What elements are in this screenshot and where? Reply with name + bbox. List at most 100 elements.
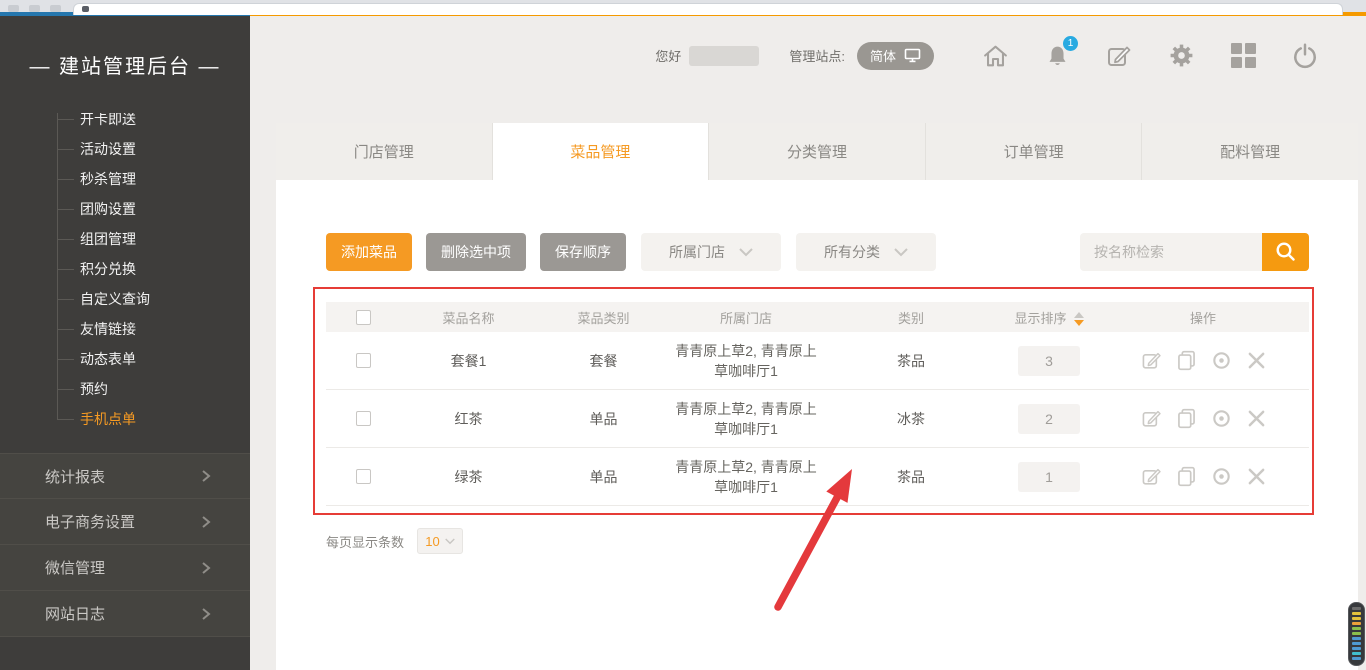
- display-order-value: 2: [1018, 404, 1080, 434]
- sidebar-item-秒杀管理[interactable]: 秒杀管理: [0, 164, 250, 194]
- monitor-icon: [904, 48, 921, 63]
- dish-category: 茶品: [821, 351, 1001, 371]
- sidebar-section-统计报表[interactable]: 统计报表: [0, 453, 250, 499]
- display-order-value: 1: [1018, 462, 1080, 492]
- per-page-select[interactable]: 10: [417, 528, 463, 554]
- chevron-down-icon: [739, 248, 753, 257]
- view-icon[interactable]: [1211, 408, 1232, 429]
- sidebar-item-动态表单[interactable]: 动态表单: [0, 344, 250, 374]
- browser-reload-button[interactable]: [50, 5, 61, 12]
- sidebar-item-预约[interactable]: 预约: [0, 374, 250, 404]
- apps-button[interactable]: [1231, 43, 1256, 68]
- col-header-name: 菜品名称: [401, 308, 536, 327]
- toolbar: 添加菜品 删除选中项 保存顺序 所属门店 所有分类: [326, 233, 1309, 271]
- search-icon: [1274, 240, 1298, 264]
- tab-菜品管理[interactable]: 菜品管理: [493, 123, 710, 180]
- chevron-right-icon: [200, 608, 212, 620]
- sidebar-item-手机点单[interactable]: 手机点单: [0, 404, 250, 434]
- sidebar-section-微信管理[interactable]: 微信管理: [0, 545, 250, 591]
- edit-icon[interactable]: [1141, 408, 1162, 429]
- row-checkbox[interactable]: [356, 469, 371, 484]
- copy-icon[interactable]: [1177, 350, 1196, 371]
- gear-icon: [1168, 42, 1195, 69]
- notifications-button[interactable]: 1: [1045, 43, 1070, 69]
- logout-button[interactable]: [1292, 42, 1318, 69]
- chevron-right-icon: [200, 470, 212, 482]
- save-order-button[interactable]: 保存顺序: [540, 233, 626, 271]
- dish-type: 单品: [536, 467, 671, 487]
- scrollbar-minimap-widget[interactable]: [1348, 602, 1365, 666]
- greeting-label: 您好: [655, 46, 681, 65]
- pagination: 每页显示条数 10: [326, 528, 1309, 554]
- table-row: 红茶 单品 青青原上草2, 青青原上草咖啡厅1 冰茶 2: [326, 390, 1309, 448]
- sidebar-item-组团管理[interactable]: 组团管理: [0, 224, 250, 254]
- table-row: 套餐1 套餐 青青原上草2, 青青原上草咖啡厅1 茶品 3: [326, 332, 1309, 390]
- manage-site-label: 管理站点:: [789, 46, 845, 65]
- tab-配料管理[interactable]: 配料管理: [1142, 123, 1358, 180]
- home-icon: [982, 43, 1009, 69]
- language-pill-label: 简体: [870, 46, 896, 65]
- dish-name: 套餐1: [401, 351, 536, 371]
- col-header-actions: 操作: [1097, 308, 1309, 327]
- grid-icon: [1231, 43, 1256, 68]
- dish-table: 菜品名称 菜品类别 所属门店 类别 显示排序 操作 套餐1 套餐 青青原上草2,…: [326, 302, 1309, 506]
- dish-type: 单品: [536, 409, 671, 429]
- sidebar-section-label: 网站日志: [45, 603, 105, 624]
- sidebar-section-电子商务设置[interactable]: 电子商务设置: [0, 499, 250, 545]
- tab-订单管理[interactable]: 订单管理: [926, 123, 1143, 180]
- site-favicon: [82, 6, 89, 12]
- view-icon[interactable]: [1211, 350, 1232, 371]
- dish-name: 绿茶: [401, 467, 536, 487]
- delete-selected-button[interactable]: 删除选中项: [426, 233, 526, 271]
- browser-address-bar[interactable]: [73, 3, 1343, 15]
- top-header: 您好 管理站点: 简体 1: [250, 16, 1366, 95]
- edit-icon[interactable]: [1141, 466, 1162, 487]
- sidebar-section-网站日志[interactable]: 网站日志: [0, 591, 250, 637]
- edit-icon[interactable]: [1141, 350, 1162, 371]
- delete-icon[interactable]: [1247, 351, 1266, 370]
- sidebar-section-label: 统计报表: [45, 466, 105, 487]
- sidebar-item-积分兑换[interactable]: 积分兑换: [0, 254, 250, 284]
- chevron-down-icon: [894, 248, 908, 257]
- copy-icon[interactable]: [1177, 408, 1196, 429]
- settings-button[interactable]: [1168, 42, 1195, 69]
- store-filter-select[interactable]: 所属门店: [641, 233, 781, 271]
- home-button[interactable]: [982, 43, 1009, 69]
- app-title: — 建站管理后台 —: [0, 16, 250, 113]
- row-checkbox[interactable]: [356, 353, 371, 368]
- language-pill-button[interactable]: 简体: [857, 42, 934, 70]
- col-header-type: 菜品类别: [536, 308, 671, 327]
- select-all-checkbox[interactable]: [356, 310, 371, 325]
- compose-icon: [1106, 43, 1132, 69]
- sidebar-item-活动设置[interactable]: 活动设置: [0, 134, 250, 164]
- sort-order-control[interactable]: [1074, 312, 1084, 326]
- sidebar-submenu: 开卡即送活动设置秒杀管理团购设置组团管理积分兑换自定义查询友情链接动态表单预约手…: [0, 113, 250, 434]
- browser-forward-button[interactable]: [29, 5, 40, 12]
- copy-icon[interactable]: [1177, 466, 1196, 487]
- chevron-down-icon: [445, 538, 455, 545]
- tab-分类管理[interactable]: 分类管理: [709, 123, 926, 180]
- sidebar-sections: 统计报表电子商务设置微信管理网站日志: [0, 453, 250, 637]
- sidebar-item-开卡即送[interactable]: 开卡即送: [0, 113, 250, 134]
- category-filter-label: 所有分类: [824, 242, 880, 262]
- tab-门店管理[interactable]: 门店管理: [276, 123, 493, 180]
- view-icon[interactable]: [1211, 466, 1232, 487]
- row-checkbox[interactable]: [356, 411, 371, 426]
- sidebar-item-自定义查询[interactable]: 自定义查询: [0, 284, 250, 314]
- browser-back-button[interactable]: [8, 5, 19, 12]
- category-filter-select[interactable]: 所有分类: [796, 233, 936, 271]
- dish-stores: 青青原上草2, 青青原上草咖啡厅1: [671, 341, 821, 381]
- delete-icon[interactable]: [1247, 409, 1266, 428]
- search-input[interactable]: [1080, 233, 1262, 271]
- per-page-label: 每页显示条数: [326, 532, 404, 551]
- sidebar-item-团购设置[interactable]: 团购设置: [0, 194, 250, 224]
- delete-icon[interactable]: [1247, 467, 1266, 486]
- sidebar-item-友情链接[interactable]: 友情链接: [0, 314, 250, 344]
- dish-category: 冰茶: [821, 409, 1001, 429]
- search-button[interactable]: [1262, 233, 1309, 271]
- compose-button[interactable]: [1106, 43, 1132, 69]
- power-icon: [1292, 42, 1318, 69]
- sidebar-section-label: 微信管理: [45, 557, 105, 578]
- store-filter-label: 所属门店: [669, 242, 725, 262]
- add-dish-button[interactable]: 添加菜品: [326, 233, 412, 271]
